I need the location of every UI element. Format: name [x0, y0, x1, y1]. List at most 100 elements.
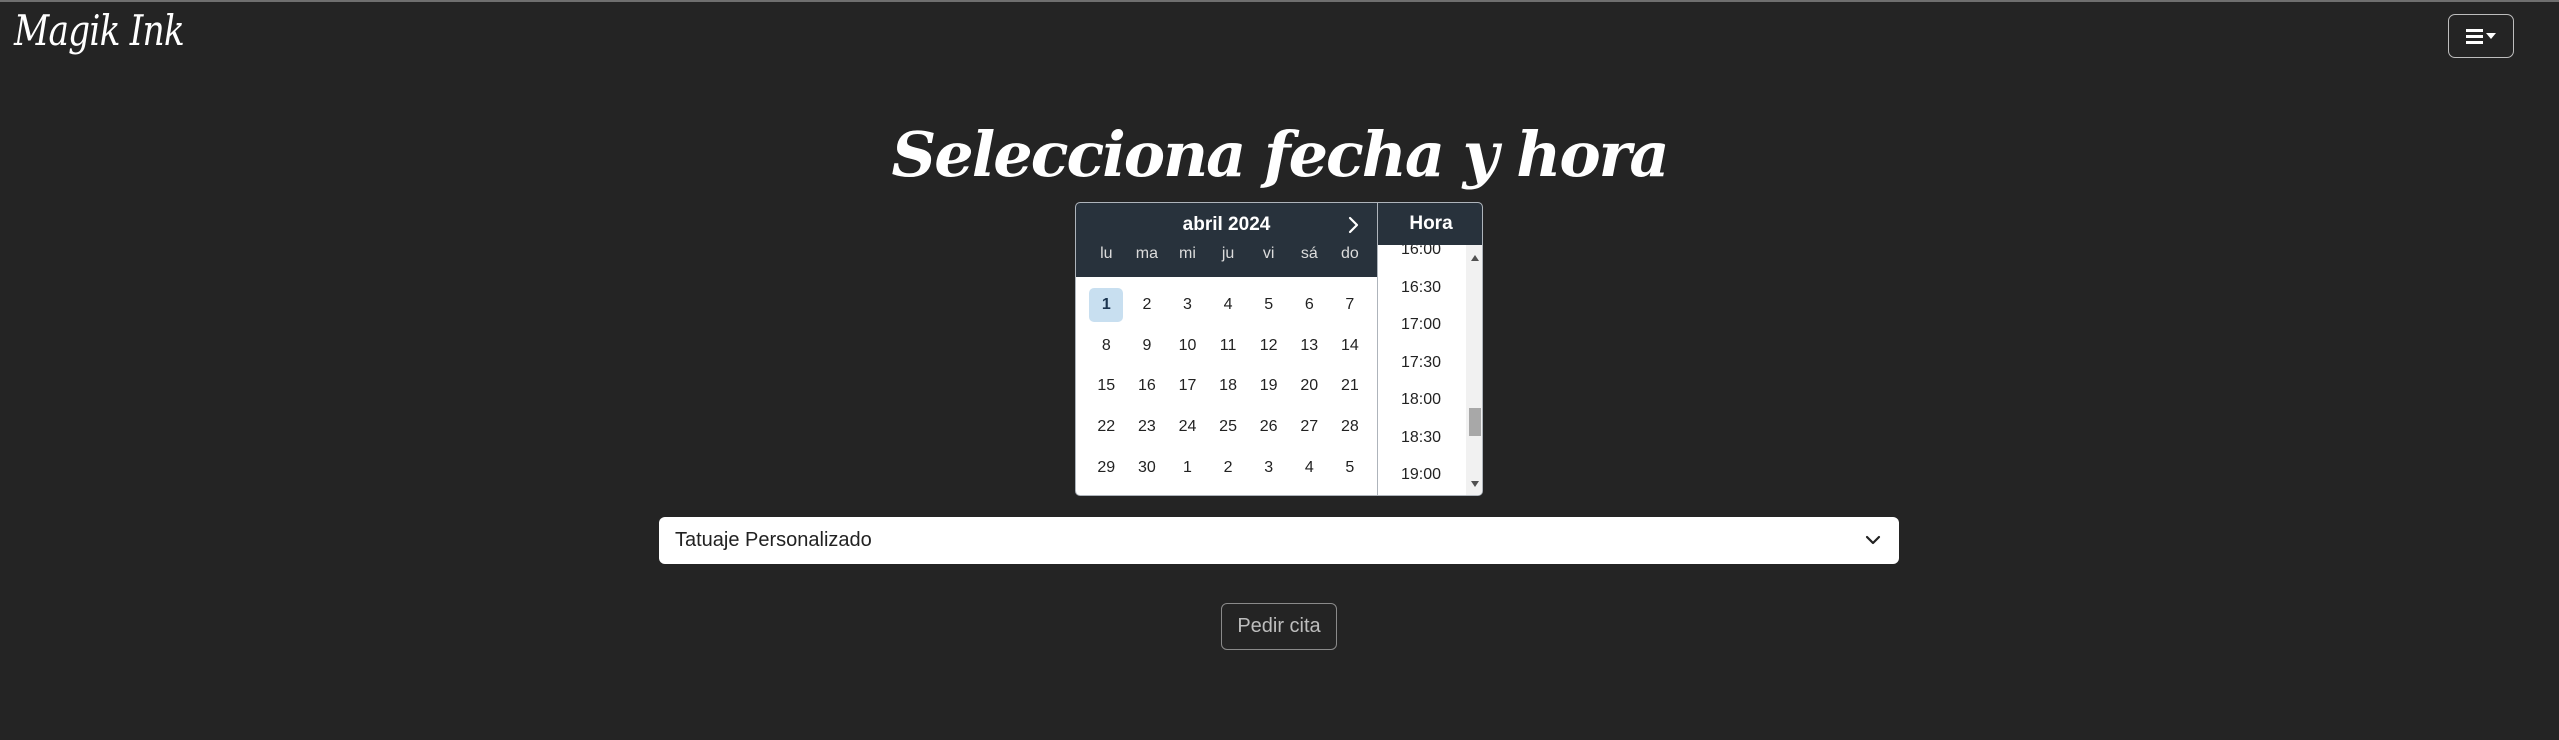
day-cell[interactable]: 10	[1167, 326, 1208, 367]
day-number: 19	[1259, 377, 1278, 395]
day-number: 17	[1178, 377, 1197, 395]
day-number: 22	[1097, 418, 1116, 436]
day-cell[interactable]: 5	[1330, 447, 1371, 488]
day-number: 2	[1142, 296, 1152, 314]
day-number: 3	[1264, 458, 1274, 476]
day-number: 4	[1304, 458, 1314, 476]
day-number: 14	[1340, 336, 1359, 354]
time-option[interactable]: 17:30	[1401, 354, 1441, 372]
weekday-label: vi	[1262, 245, 1275, 262]
day-cell[interactable]: 19	[1248, 366, 1289, 407]
service-select[interactable]: Tatuaje Personalizado	[659, 517, 1899, 564]
weekday-row: lu ma mi ju vi sá do	[1086, 245, 1366, 263]
day-number: 4	[1223, 296, 1233, 314]
day-cell[interactable]: 6	[1289, 285, 1330, 326]
day-cell[interactable]: 17	[1167, 366, 1208, 407]
day-number: 26	[1259, 418, 1278, 436]
day-number: 28	[1340, 418, 1359, 436]
day-cell[interactable]: 2	[1127, 285, 1168, 326]
day-cell[interactable]: 12	[1248, 326, 1289, 367]
day-cell[interactable]: 24	[1167, 407, 1208, 448]
day-number: 23	[1137, 418, 1156, 436]
brand-logo[interactable]: Magik Ink	[14, 6, 185, 55]
day-cell[interactable]: 28	[1330, 407, 1371, 448]
day-cell[interactable]: 20	[1289, 366, 1330, 407]
time-scrollbar[interactable]	[1466, 245, 1482, 495]
day-cell[interactable]: 4	[1208, 285, 1249, 326]
day-number: 29	[1097, 458, 1116, 476]
day-number: 5	[1264, 296, 1274, 314]
caret-down-icon	[2486, 33, 2496, 39]
day-number: 1	[1089, 288, 1124, 323]
time-list[interactable]: 16:00 16:30 17:00 17:30 18:00 18:30 19:00	[1378, 245, 1466, 495]
day-number: 8	[1101, 336, 1111, 354]
time-header: Hora	[1378, 203, 1482, 245]
hamburger-icon	[2466, 28, 2483, 44]
chevron-right-icon	[1348, 216, 1359, 234]
day-cell[interactable]: 1	[1167, 447, 1208, 488]
weekday-label: do	[1340, 245, 1359, 262]
day-number: 15	[1097, 377, 1116, 395]
day-cell[interactable]: 27	[1289, 407, 1330, 448]
day-cell[interactable]: 30	[1127, 447, 1168, 488]
day-cell[interactable]: 11	[1208, 326, 1249, 367]
day-number: 12	[1259, 336, 1278, 354]
day-number: 7	[1345, 296, 1355, 314]
day-cell[interactable]: 22	[1086, 407, 1127, 448]
day-number: 6	[1304, 296, 1314, 314]
month-panel: abril 2024 lu ma mi ju vi sá do 1 2 3 4 5 6 7 8 9 10 11 1…	[1076, 203, 1377, 495]
time-option[interactable]: 18:00	[1401, 391, 1441, 409]
day-number: 18	[1219, 377, 1237, 395]
day-number: 2	[1223, 458, 1233, 476]
day-cell[interactable]: 21	[1330, 366, 1371, 407]
day-number: 3	[1183, 296, 1192, 314]
scroll-thumb[interactable]	[1469, 408, 1481, 436]
day-cell[interactable]: 15	[1086, 366, 1127, 407]
day-cell[interactable]: 2	[1208, 447, 1249, 488]
menu-toggle-button[interactable]	[2448, 14, 2514, 58]
day-cell[interactable]: 13	[1289, 326, 1330, 367]
day-cell[interactable]: 4	[1289, 447, 1330, 488]
day-cell[interactable]: 18	[1208, 366, 1249, 407]
day-number: 30	[1137, 458, 1156, 476]
day-number: 27	[1300, 418, 1319, 436]
day-cell[interactable]: 29	[1086, 447, 1127, 488]
day-cell[interactable]: 23	[1127, 407, 1168, 448]
time-option[interactable]: 16:00	[1401, 245, 1441, 259]
scroll-up-arrow-icon[interactable]	[1471, 255, 1479, 261]
day-cell[interactable]: 7	[1330, 285, 1371, 326]
request-appointment-button[interactable]: Pedir cita	[1221, 603, 1337, 650]
day-number: 11	[1219, 336, 1237, 354]
next-month-button[interactable]	[1341, 213, 1365, 237]
weekday-label: sá	[1300, 245, 1318, 262]
weekday-label: mi	[1179, 245, 1196, 262]
page-title: Selecciona fecha y hora	[891, 118, 1669, 191]
day-number: 10	[1178, 336, 1197, 354]
day-cell[interactable]: 14	[1330, 326, 1371, 367]
service-selected-value: Tatuaje Personalizado	[675, 529, 872, 551]
day-cell[interactable]: 26	[1248, 407, 1289, 448]
time-option[interactable]: 16:30	[1401, 279, 1441, 297]
day-number: 20	[1300, 377, 1319, 395]
day-number: 5	[1345, 458, 1355, 476]
day-cell[interactable]: 16	[1127, 366, 1168, 407]
day-cell[interactable]: 3	[1167, 285, 1208, 326]
month-header: abril 2024 lu ma mi ju vi sá do	[1076, 203, 1377, 277]
day-number: 16	[1137, 377, 1156, 395]
top-border	[0, 0, 2559, 2]
scroll-down-arrow-icon[interactable]	[1471, 481, 1479, 487]
day-cell[interactable]: 9	[1127, 326, 1168, 367]
day-cell[interactable]: 5	[1248, 285, 1289, 326]
day-cell-selected[interactable]: 1	[1086, 285, 1127, 326]
day-number: 25	[1219, 418, 1237, 436]
time-option[interactable]: 18:30	[1401, 429, 1441, 447]
day-cell[interactable]: 8	[1086, 326, 1127, 367]
chevron-down-icon	[1865, 535, 1881, 545]
day-cell[interactable]: 3	[1248, 447, 1289, 488]
day-cell[interactable]: 25	[1208, 407, 1249, 448]
weekday-label: lu	[1100, 245, 1113, 262]
day-number: 13	[1300, 336, 1319, 354]
time-option[interactable]: 19:00	[1401, 466, 1441, 484]
day-number: 9	[1142, 336, 1152, 354]
time-option[interactable]: 17:00	[1401, 316, 1441, 334]
